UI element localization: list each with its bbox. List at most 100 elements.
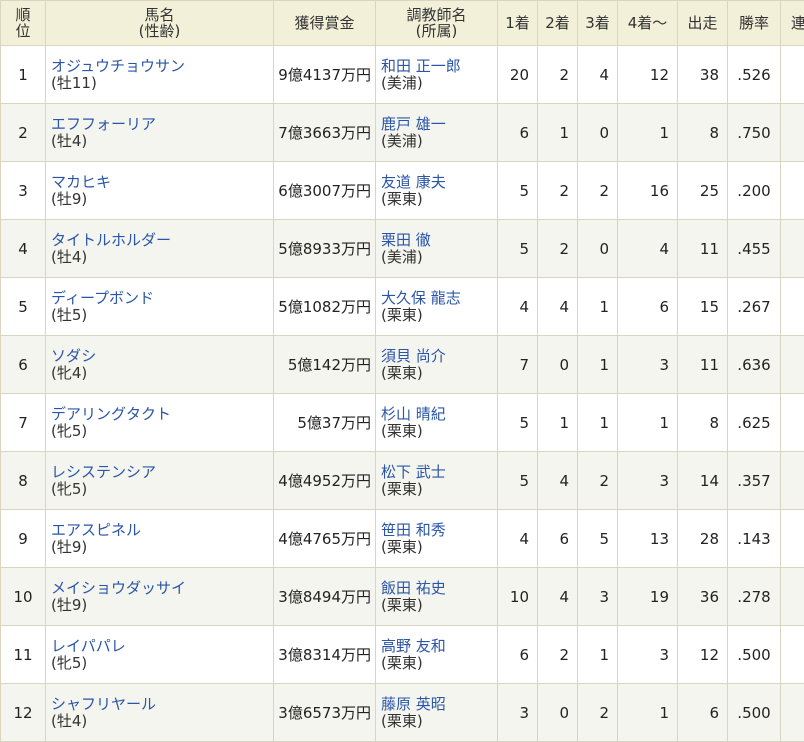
starts-count: 28 (678, 510, 728, 568)
place-rate-cell (781, 104, 804, 162)
horse-name-link[interactable]: デアリングタクト (51, 406, 273, 423)
prize-cell: 5億1082万円 (274, 278, 376, 336)
starts-count: 36 (678, 568, 728, 626)
prize-cell: 3億8494万円 (274, 568, 376, 626)
win-rate: .278 (728, 568, 781, 626)
horse-name-link[interactable]: オジュウチョウサン (51, 58, 273, 75)
third-count: 2 (578, 452, 618, 510)
third-count: 5 (578, 510, 618, 568)
place-rate-cell (781, 46, 804, 104)
fourth-plus-count: 6 (618, 278, 678, 336)
trainer-name-link[interactable]: 須貝 尚介 (381, 348, 497, 365)
prize-cell: 5億8933万円 (274, 220, 376, 278)
win-rate: .636 (728, 336, 781, 394)
horse-sex-age: (牝5) (51, 655, 273, 672)
win-rate: .143 (728, 510, 781, 568)
first-count: 7 (498, 336, 538, 394)
horse-name-link[interactable]: ディープボンド (51, 290, 273, 307)
fourth-plus-count: 3 (618, 452, 678, 510)
win-rate: .526 (728, 46, 781, 104)
trainer-name-link[interactable]: 飯田 祐史 (381, 580, 497, 597)
third-count: 0 (578, 220, 618, 278)
third-count: 2 (578, 684, 618, 742)
prize-cell: 3億8314万円 (274, 626, 376, 684)
horse-cell: エフフォーリア(牡4) (46, 104, 274, 162)
starts-count: 8 (678, 394, 728, 452)
table-row: 5ディープボンド(牡5)5億1082万円大久保 龍志(栗東)441615.267 (1, 278, 804, 336)
second-count: 6 (538, 510, 578, 568)
third-count: 0 (578, 104, 618, 162)
fourth-plus-count: 1 (618, 104, 678, 162)
horse-cell: レシステンシア(牝5) (46, 452, 274, 510)
second-count: 2 (538, 220, 578, 278)
fourth-plus-count: 4 (618, 220, 678, 278)
trainer-affiliation: (栗東) (381, 423, 497, 440)
rank-cell: 2 (1, 104, 46, 162)
fourth-plus-count: 12 (618, 46, 678, 104)
col-first: 1着 (498, 1, 538, 46)
second-count: 1 (538, 394, 578, 452)
place-rate-cell (781, 568, 804, 626)
table-row: 4タイトルホルダー(牡4)5億8933万円栗田 徹(美浦)520411.455 (1, 220, 804, 278)
trainer-affiliation: (栗東) (381, 539, 497, 556)
win-rate: .750 (728, 104, 781, 162)
table-row: 9エアスピネル(牡9)4億4765万円笹田 和秀(栗東)4651328.143 (1, 510, 804, 568)
first-count: 5 (498, 220, 538, 278)
win-rate: .357 (728, 452, 781, 510)
rank-cell: 1 (1, 46, 46, 104)
prize-cell: 5億37万円 (274, 394, 376, 452)
place-rate-cell (781, 162, 804, 220)
prize-cell: 5億142万円 (274, 336, 376, 394)
table-row: 12シャフリヤール(牡4)3億6573万円藤原 英昭(栗東)30216.500 (1, 684, 804, 742)
trainer-affiliation: (栗東) (381, 713, 497, 730)
trainer-affiliation: (美浦) (381, 75, 497, 92)
horse-sex-age: (牝5) (51, 423, 273, 440)
trainer-name-link[interactable]: 大久保 龍志 (381, 290, 497, 307)
horse-name-link[interactable]: タイトルホルダー (51, 232, 273, 249)
rank-cell: 6 (1, 336, 46, 394)
trainer-name-link[interactable]: 栗田 徹 (381, 232, 497, 249)
trainer-name-link[interactable]: 和田 正一郎 (381, 58, 497, 75)
col-fourth-plus: 4着〜 (618, 1, 678, 46)
horse-name-link[interactable]: エフフォーリア (51, 116, 273, 133)
second-count: 2 (538, 626, 578, 684)
trainer-name-link[interactable]: 藤原 英昭 (381, 696, 497, 713)
horse-name-link[interactable]: レイパパレ (51, 638, 273, 655)
place-rate-cell (781, 336, 804, 394)
horse-name-link[interactable]: エアスピネル (51, 522, 273, 539)
trainer-name-link[interactable]: 杉山 晴紀 (381, 406, 497, 423)
trainer-cell: 鹿戸 雄一(美浦) (376, 104, 498, 162)
table-row: 8レシステンシア(牝5)4億4952万円松下 武士(栗東)542314.357 (1, 452, 804, 510)
table-header: 順位 馬名(性齢) 獲得賞金 調教師名(所属) 1着 2着 3着 4着〜 出走 … (1, 1, 804, 46)
win-rate: .625 (728, 394, 781, 452)
horse-name-link[interactable]: メイショウダッサイ (51, 580, 273, 597)
col-starts: 出走 (678, 1, 728, 46)
trainer-cell: 大久保 龍志(栗東) (376, 278, 498, 336)
trainer-name-link[interactable]: 高野 友和 (381, 638, 497, 655)
prize-cell: 3億6573万円 (274, 684, 376, 742)
horse-name-link[interactable]: レシステンシア (51, 464, 273, 481)
trainer-name-link[interactable]: 鹿戸 雄一 (381, 116, 497, 133)
fourth-plus-count: 3 (618, 626, 678, 684)
col-second: 2着 (538, 1, 578, 46)
horse-cell: メイショウダッサイ(牡9) (46, 568, 274, 626)
horse-sex-age: (牝5) (51, 481, 273, 498)
third-count: 4 (578, 46, 618, 104)
trainer-name-link[interactable]: 笹田 和秀 (381, 522, 497, 539)
starts-count: 25 (678, 162, 728, 220)
first-count: 20 (498, 46, 538, 104)
table-row: 1オジュウチョウサン(牡11)9億4137万円和田 正一郎(美浦)2024123… (1, 46, 804, 104)
place-rate-cell (781, 394, 804, 452)
horse-cell: デアリングタクト(牝5) (46, 394, 274, 452)
horse-name-link[interactable]: マカヒキ (51, 174, 273, 191)
place-rate-cell (781, 626, 804, 684)
rank-cell: 3 (1, 162, 46, 220)
first-count: 5 (498, 162, 538, 220)
trainer-name-link[interactable]: 友道 康夫 (381, 174, 497, 191)
rank-cell: 5 (1, 278, 46, 336)
horse-name-link[interactable]: シャフリヤール (51, 696, 273, 713)
horse-name-link[interactable]: ソダシ (51, 348, 273, 365)
horse-cell: レイパパレ(牝5) (46, 626, 274, 684)
trainer-cell: 友道 康夫(栗東) (376, 162, 498, 220)
trainer-name-link[interactable]: 松下 武士 (381, 464, 497, 481)
